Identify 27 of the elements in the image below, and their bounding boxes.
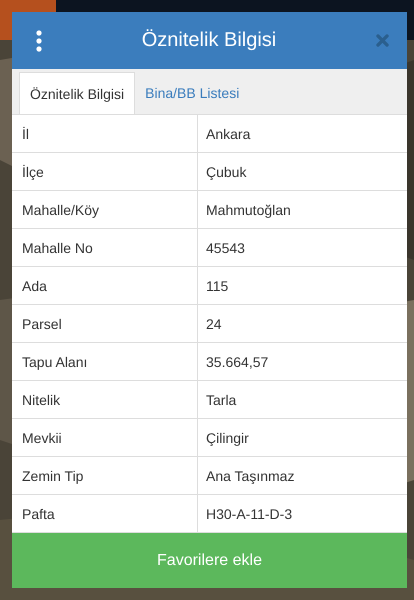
value-cell-text: Tarla <box>205 390 238 410</box>
label-cell: Pafta <box>12 495 198 532</box>
value-cell-text: 45543 <box>205 238 246 258</box>
more-icon[interactable] <box>36 30 42 52</box>
tab[interactable]: Öznitelik Bilgisi <box>19 72 136 114</box>
label-cell: İlçe <box>12 153 198 190</box>
label-cell: Ada <box>12 267 198 304</box>
value-cell-text: Çubuk <box>205 162 248 182</box>
value-cell-text: 115 <box>205 276 230 296</box>
value-cell-text: Çilingir <box>205 428 250 448</box>
label-cell: Tapu Alanı <box>12 343 198 380</box>
label-cell: Mahalle/Köy <box>12 191 198 228</box>
value-cell-text: Ankara <box>205 124 252 144</box>
value-cell-text: 35.664,57 <box>205 352 270 372</box>
value-cell-text: H30-A-11-D-3 <box>205 504 294 524</box>
label-cell: Parsel <box>12 305 198 342</box>
label-cell: Mahalle No <box>12 229 198 266</box>
add-favorites-button[interactable]: Favorilere ekle <box>12 533 407 588</box>
value-cell-text: Ana Taşınmaz <box>205 466 296 486</box>
tab[interactable]: Bina/BB Listesi <box>135 72 250 114</box>
label-cell: İl <box>12 115 198 152</box>
label-cell: Mevkii <box>12 419 198 456</box>
label-cell: Nitelik <box>12 381 198 418</box>
label-cell: Zemin Tip <box>12 457 198 494</box>
value-cell-text: Mahmutoğlan <box>205 200 292 220</box>
value-cell-text: 24 <box>205 314 223 334</box>
dialog-title: Öznitelik Bilgisi <box>142 29 276 52</box>
